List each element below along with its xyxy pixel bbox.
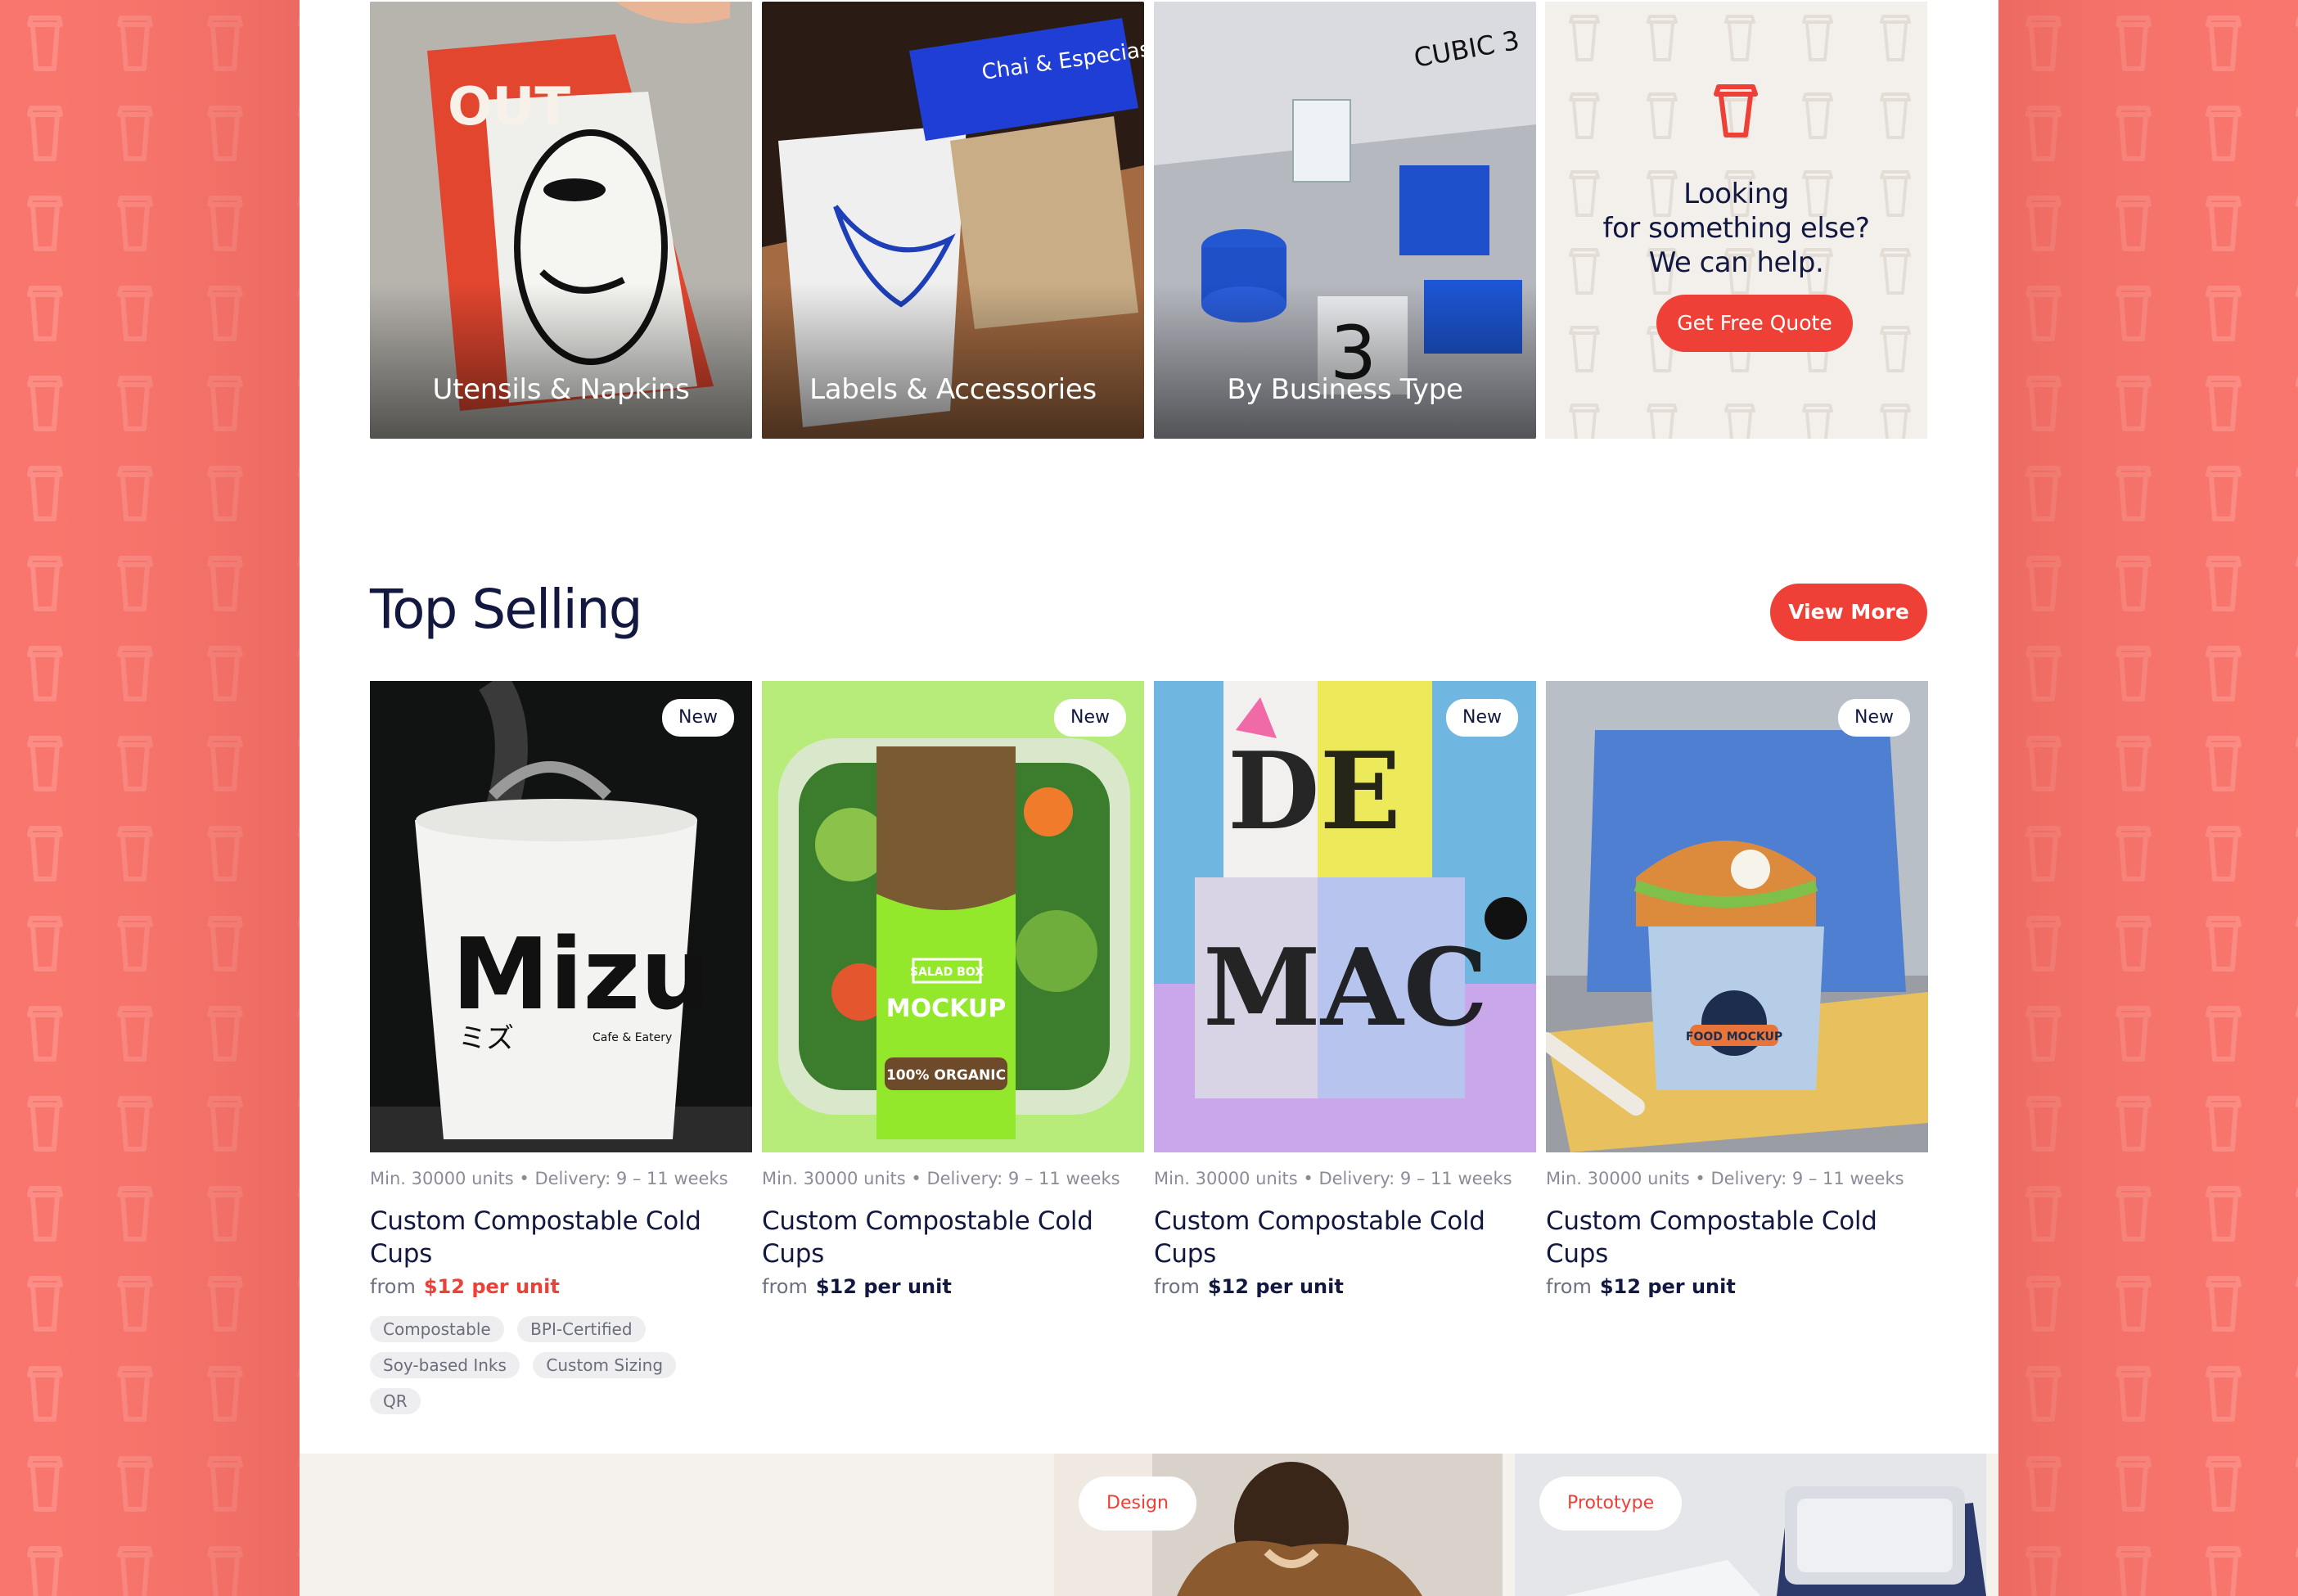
new-badge: New [1838,699,1910,737]
cup-icon [1714,84,1758,138]
product-meta: Min. 30000 units • Delivery: 9 – 11 week… [370,1169,728,1188]
product-tag[interactable]: QR [370,1388,421,1414]
view-more-button[interactable]: View More [1770,584,1927,641]
category-label: By Business Type [1227,373,1463,406]
price-prefix: from [1546,1275,1592,1298]
salad-box-text: SALAD BOX [910,966,984,979]
product-meta: Min. 30000 units • Delivery: 9 – 11 week… [762,1169,1120,1188]
cup-brand-sub-text: ミズ [458,1022,514,1055]
cup-brand-tag-text: Cafe & Eatery [593,1031,672,1044]
price-prefix: from [762,1275,808,1298]
product-image[interactable]: DE MAC New [1154,681,1536,1152]
help-line: We can help. [1648,246,1824,279]
category-shade [1154,283,1536,439]
product-image[interactable]: SALAD BOX MOCKUP 100% ORGANIC New [762,681,1144,1152]
food-mockup-text: FOOD MOCKUP [1686,1030,1782,1044]
box-print: DE [1228,728,1401,854]
category-card-labels[interactable]: Chai & Especias. Labels & Accessories [762,2,1144,439]
new-badge: New [1054,699,1126,737]
salad-organic-text: 100% ORGANIC [886,1067,1006,1084]
product-tags: Compostable BPI-Certified Soy-based Inks… [370,1316,746,1424]
main-content: OUT Utensils & Napkins Chai & Especias. … [300,0,1998,1596]
help-message: Looking for something else? We can help. [1545,177,1927,280]
new-badge: New [1446,699,1518,737]
product-card[interactable]: DE MAC New Min. 30000 units • Delivery: … [1154,681,1536,1298]
prototype-card[interactable]: Prototype [1515,1454,1986,1596]
price-amount: $12 per unit [1207,1275,1344,1298]
product-price: from $12 per unit [1546,1275,1928,1298]
price-amount: $12 per unit [423,1275,560,1298]
salad-mockup-text: MOCKUP [886,994,1006,1023]
design-pill[interactable]: Design [1079,1477,1196,1531]
help-card: Looking for something else? We can help.… [1545,2,1927,439]
category-label: Labels & Accessories [809,373,1097,406]
product-meta: Min. 30000 units • Delivery: 9 – 11 week… [1154,1169,1512,1188]
product-meta: Min. 30000 units • Delivery: 9 – 11 week… [1546,1169,1904,1188]
mizu-cup-image: Mizu ミズ Cafe & Eatery [370,681,752,1152]
product-title[interactable]: Custom Compostable Cold Cups [370,1205,752,1270]
product-image[interactable]: Mizu ミズ Cafe & Eatery New [370,681,752,1152]
product-image[interactable]: FOOD MOCKUP New [1546,681,1928,1152]
category-shade [762,283,1144,439]
price-amount: $12 per unit [815,1275,952,1298]
get-free-quote-button[interactable]: Get Free Quote [1656,295,1853,352]
background-pattern-left [0,0,300,1596]
product-card[interactable]: FOOD MOCKUP New Min. 30000 units • Deliv… [1546,681,1928,1298]
category-label: Utensils & Napkins [432,373,690,406]
product-price: from $12 per unit [762,1275,1144,1298]
section-title: Top Selling [370,578,643,641]
product-tag[interactable]: Soy-based Inks [370,1352,520,1378]
bag-print-text: OUT [448,77,570,138]
salad-box-image: SALAD BOX MOCKUP 100% ORGANIC [762,681,1144,1152]
design-card[interactable]: Design [1054,1454,1503,1596]
category-card-utensils[interactable]: OUT Utensils & Napkins [370,2,752,439]
cup-brand-text: Mizu [452,918,710,1032]
product-tag[interactable]: Compostable [370,1316,504,1342]
new-badge: New [662,699,734,737]
background-pattern-right [1998,0,2298,1596]
category-card-business[interactable]: 3 CUBIC 3 By Business Type [1154,2,1536,439]
help-line: Looking [1683,178,1789,210]
category-shade [370,283,752,439]
printed-boxes-image: DE MAC [1154,681,1536,1152]
product-title[interactable]: Custom Compostable Cold Cups [762,1205,1144,1270]
prototype-pill[interactable]: Prototype [1539,1477,1683,1531]
product-card[interactable]: Mizu ミズ Cafe & Eatery New Min. 30000 uni… [370,681,752,1424]
sandwich-box-image: FOOD MOCKUP [1546,681,1928,1152]
product-card[interactable]: SALAD BOX MOCKUP 100% ORGANIC New Min. 3… [762,681,1144,1298]
product-tag[interactable]: Custom Sizing [533,1352,677,1378]
product-price: from $12 per unit [370,1275,752,1298]
price-amount: $12 per unit [1599,1275,1736,1298]
product-title[interactable]: Custom Compostable Cold Cups [1546,1205,1928,1270]
product-title[interactable]: Custom Compostable Cold Cups [1154,1205,1536,1270]
price-prefix: from [370,1275,416,1298]
product-price: from $12 per unit [1154,1275,1536,1298]
box-print: MAC [1203,925,1488,1050]
help-line: for something else? [1602,212,1870,245]
price-prefix: from [1154,1275,1200,1298]
product-tag[interactable]: BPI-Certified [517,1316,646,1342]
